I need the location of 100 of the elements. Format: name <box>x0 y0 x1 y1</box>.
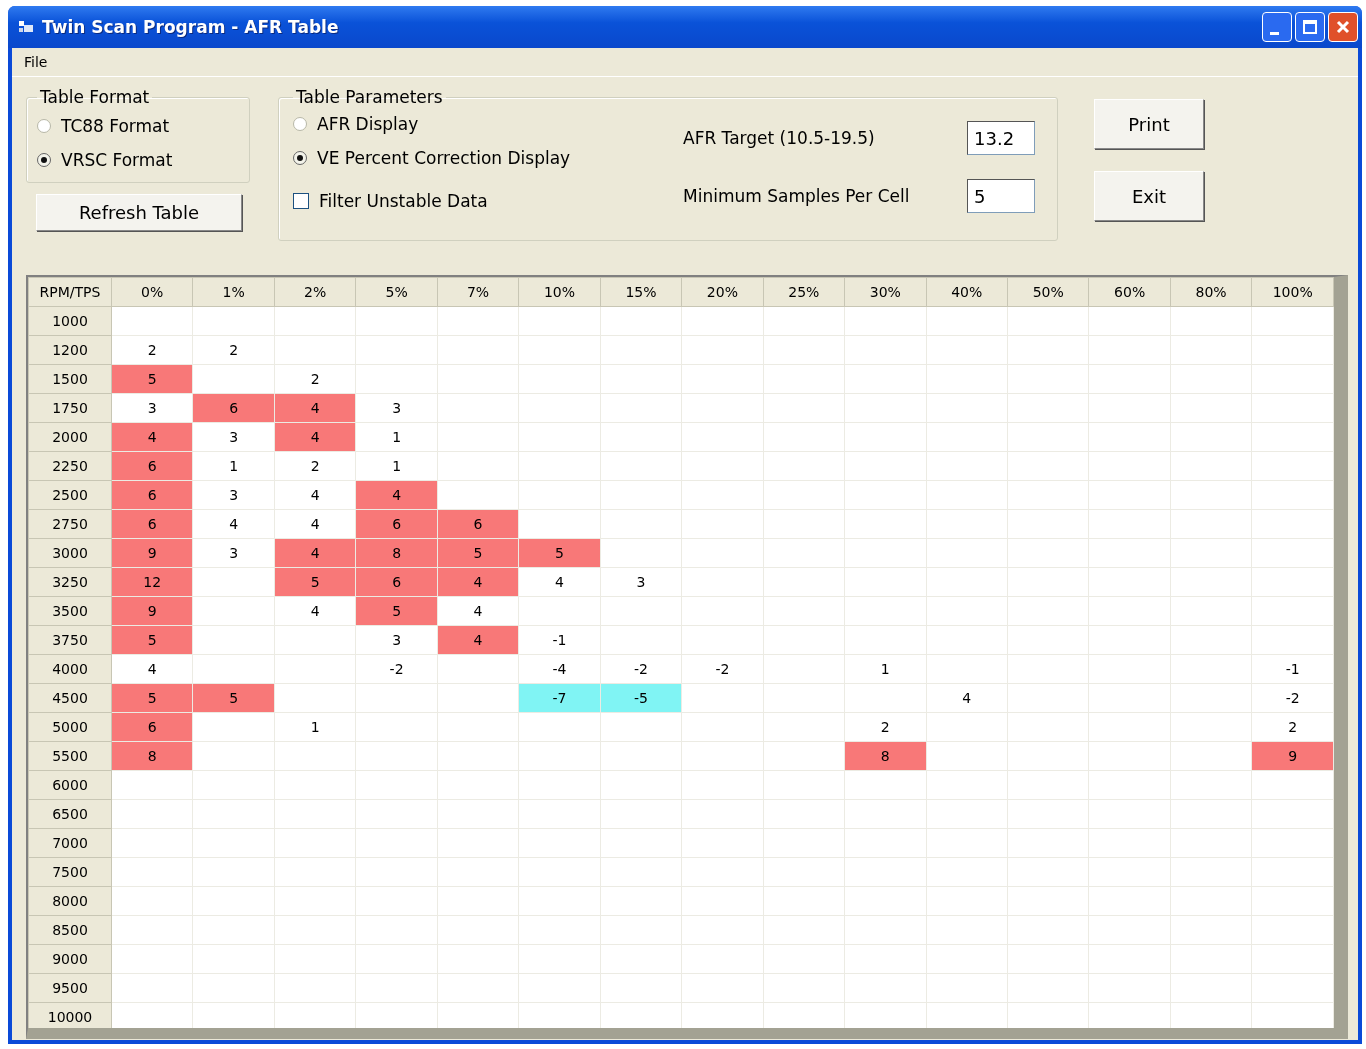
input-field[interactable]: 13.2 <box>967 121 1035 155</box>
exit-button[interactable]: Exit <box>1094 171 1204 221</box>
column-header: 10% <box>518 277 601 307</box>
table-cell: 6 <box>111 712 193 742</box>
column-header: 5% <box>355 277 438 307</box>
table-cell: 6 <box>111 451 193 481</box>
table-cell: 2 <box>844 712 927 742</box>
table-cell: 6 <box>355 567 438 597</box>
row-header: 5500 <box>28 741 112 771</box>
row-header: 6000 <box>28 770 112 800</box>
table-cell: 3 <box>192 480 275 510</box>
radio-icon[interactable] <box>293 117 307 131</box>
window-title: Twin Scan Program - AFR Table <box>42 17 340 37</box>
table-cell: 1 <box>355 422 438 452</box>
table-cell: -4 <box>518 654 601 684</box>
table-cell: 4 <box>518 567 601 597</box>
radio-icon[interactable] <box>37 153 51 167</box>
close-icon <box>1334 18 1352 36</box>
row-header: 3000 <box>28 538 112 568</box>
table-cell: 4 <box>111 422 193 452</box>
menu-item[interactable]: File <box>20 52 52 72</box>
table-cell: 4 <box>437 567 519 597</box>
column-header: 30% <box>844 277 927 307</box>
row-header: 10000 <box>28 1002 112 1028</box>
column-header: 0% <box>111 277 193 307</box>
minimize-button[interactable] <box>1262 12 1292 42</box>
table-cell: 3 <box>355 393 438 423</box>
row-header: 2000 <box>28 422 112 452</box>
radio-icon[interactable] <box>37 119 51 133</box>
row-header: 8500 <box>28 915 112 945</box>
table-cell: -1 <box>1251 654 1334 684</box>
column-header: 15% <box>600 277 682 307</box>
table-cell: -2 <box>1251 683 1334 713</box>
table-cell: 4 <box>437 596 519 626</box>
maximize-button[interactable] <box>1295 12 1325 42</box>
print-button[interactable]: Print <box>1094 99 1204 149</box>
column-header: 50% <box>1007 277 1089 307</box>
row-header: 1200 <box>28 335 112 365</box>
row-header: 4500 <box>28 683 112 713</box>
table-cell: 12 <box>111 567 193 597</box>
close-button[interactable] <box>1328 12 1358 42</box>
field-label: AFR Target (10.5-19.5) <box>683 128 875 148</box>
table-cell: -5 <box>600 683 682 713</box>
row-header: 3750 <box>28 625 112 655</box>
column-header: 60% <box>1088 277 1171 307</box>
maximize-icon <box>1301 18 1319 36</box>
row-header: 2250 <box>28 451 112 481</box>
radio-icon[interactable] <box>293 151 307 165</box>
row-header: 9500 <box>28 973 112 1003</box>
column-header: 7% <box>437 277 519 307</box>
table-cell: 5 <box>437 538 519 568</box>
radio-option[interactable]: AFR Display <box>293 107 683 141</box>
table-cell: 5 <box>355 596 438 626</box>
column-header: RPM/TPS <box>28 277 112 307</box>
refresh-table-button[interactable]: Refresh Table <box>36 194 242 231</box>
table-cell: 2 <box>274 451 356 481</box>
table-cell: 2 <box>1251 712 1334 742</box>
table-cell: 9 <box>111 596 193 626</box>
row-header: 3500 <box>28 596 112 626</box>
table-cell: 3 <box>111 393 193 423</box>
table-cell: 9 <box>111 538 193 568</box>
table-cell: 4 <box>192 509 275 539</box>
column-header: 100% <box>1251 277 1334 307</box>
minimize-icon <box>1269 31 1279 35</box>
row-header: 8000 <box>28 886 112 916</box>
table-cell: 9 <box>1251 741 1334 771</box>
row-header: 4000 <box>28 654 112 684</box>
row-header: 1750 <box>28 393 112 423</box>
radio-option[interactable]: TC88 Format <box>37 109 239 143</box>
table-cell: 6 <box>355 509 438 539</box>
filter-checkbox[interactable]: Filter Unstable Data <box>293 181 683 221</box>
row-header: 3250 <box>28 567 112 597</box>
table-cell: 5 <box>518 538 601 568</box>
table-cell: 3 <box>192 422 275 452</box>
group-title: Table Format <box>39 87 151 107</box>
table-cell: 4 <box>926 683 1008 713</box>
column-header: 25% <box>763 277 845 307</box>
input-field[interactable]: 5 <box>967 179 1035 213</box>
column-header: 80% <box>1170 277 1252 307</box>
table-cell: 6 <box>111 509 193 539</box>
table-cell: 1 <box>844 654 927 684</box>
table-cell: 6 <box>111 480 193 510</box>
table-cell: 2 <box>111 335 193 365</box>
table-cell: 6 <box>192 393 275 423</box>
table-cell: 3 <box>600 567 682 597</box>
radio-option[interactable]: VRSC Format <box>37 143 239 177</box>
table-cell: 4 <box>274 509 356 539</box>
table-cell: 8 <box>355 538 438 568</box>
table-cell: 1 <box>355 451 438 481</box>
table-cell: -2 <box>355 654 438 684</box>
table-cell: 4 <box>437 625 519 655</box>
table-cell: -2 <box>681 654 764 684</box>
table-cell: 2 <box>192 335 275 365</box>
column-header: 2% <box>274 277 356 307</box>
row-header: 6500 <box>28 799 112 829</box>
radio-option[interactable]: VE Percent Correction Display <box>293 141 683 175</box>
row-header: 2500 <box>28 480 112 510</box>
table-cell: 4 <box>274 480 356 510</box>
table-cell: 6 <box>437 509 519 539</box>
field-label: Minimum Samples Per Cell <box>683 186 910 206</box>
